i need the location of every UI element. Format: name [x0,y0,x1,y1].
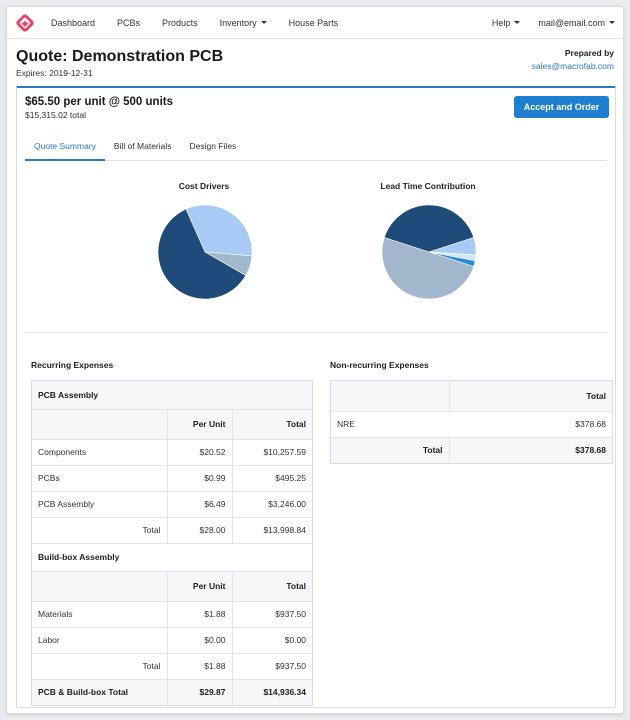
prepared-by-label: Prepared by [564,48,614,58]
subtotal-per-unit: $28.00 [166,516,232,543]
grand-total-label: PCB & Build-box Total [32,678,167,705]
quote-card: $65.50 per unit @ 500 units $15,315.02 t… [16,86,616,708]
col-total: Total [231,570,312,601]
nav-dashboard-label: Dashboard [51,17,96,28]
subtotal-row: Total $1.88 $937.50 [32,652,312,679]
charts-area: Cost Drivers Lead Time Contribution [25,161,607,333]
row-label: NRE [331,410,449,437]
col-per-unit: Per Unit [166,408,232,439]
table-row: Labor $0.00 $0.00 [32,626,312,653]
cost-drivers-title: Cost Drivers [178,181,230,191]
subtotal-label: Total [32,516,167,543]
tab-design-files[interactable]: Design Files [181,137,246,161]
nav-pcbs[interactable]: PCBs [117,18,140,28]
table-row: PCB Assembly $6.49 $3,246.00 [32,490,312,517]
nav-house-parts[interactable]: House Parts [289,18,339,28]
accept-and-order-button[interactable]: Accept and Order [514,96,609,118]
quote-total: $15,315.02 total [25,110,86,120]
table-row: Materials $1.88 $937.50 [32,600,312,627]
subtotal-row: Total $28.00 $13,998.84 [32,516,312,543]
nonrecurring-table: Total NRE $378.68 Total $378.68 [330,380,613,464]
col-total: Total [448,381,612,411]
tab-bill-of-materials[interactable]: Bill of Materials [105,137,181,161]
table-row: Components $20.52 $10,257.59 [32,438,312,465]
pcb-assembly-group: PCB Assembly [32,381,312,409]
nav-inventory-dropdown[interactable]: Inventory [220,18,267,28]
col-total: Total [231,408,312,439]
expires-date: 2019-12-31 [49,68,93,78]
unit-price: $65.50 per unit @ 500 units [25,96,173,108]
subtotal-total: $937.50 [231,652,312,679]
row-total: $10,257.59 [231,438,312,465]
app-window: Dashboard PCBs Products Inventory House … [6,6,624,714]
expires-line: Expires: 2019-12-31 [16,68,223,78]
prepared-by-email-link[interactable]: sales@macrofab.com [532,61,614,71]
nav-products-label: Products [162,17,198,28]
nav-house-parts-label: House Parts [288,17,339,28]
lead-time-pie [381,204,477,300]
user-email: mail@email.com [538,17,605,28]
quote-header: Quote: Demonstration PCB Expires: 2019-1… [7,39,623,85]
blank-header [32,570,167,601]
nre-total-row: Total $378.68 [331,436,612,463]
subtotal-label: Total [32,652,167,679]
nav-dashboard[interactable]: Dashboard [51,18,95,28]
caret-down-icon [260,21,267,24]
page-title: Quote: Demonstration PCB [16,48,224,65]
table-row: NRE $378.68 [331,410,612,437]
blank-header [32,408,167,439]
grand-total: $14,936.34 [231,678,312,705]
nre-total-value: $378.68 [448,436,612,463]
cost-drivers-pie [157,204,253,300]
col-per-unit: Per Unit [166,570,232,601]
row-per-unit: $0.00 [166,626,232,653]
row-label: Materials [32,600,167,627]
blank-header [331,381,449,411]
prepared-by: Prepared by sales@macrofab.com [532,48,614,85]
nonrecurring-title: Non-recurring Expenses [330,360,429,370]
build-box-group: Build-box Assembly [32,542,312,571]
grand-per-unit: $29.87 [166,678,232,705]
caret-down-icon [609,21,615,24]
expires-label: Expires: [16,68,47,78]
tab-quote-summary[interactable]: Quote Summary [25,137,105,161]
user-menu-dropdown[interactable]: mail@email.com [538,18,615,28]
top-nav: Dashboard PCBs Products Inventory House … [7,7,623,39]
row-total: $3,246.00 [231,490,312,517]
row-per-unit: $6.49 [166,490,232,517]
row-total: $495.25 [231,464,312,491]
row-per-unit: $0.99 [166,464,232,491]
row-label: PCB Assembly [32,490,167,517]
recurring-title: Recurring Expenses [31,360,114,370]
row-total: $0.00 [231,626,312,653]
nav-inventory-label: Inventory [219,17,257,28]
macrofab-logo-icon[interactable] [15,13,35,33]
table-row: PCBs $0.99 $495.25 [32,464,312,491]
row-label: PCBs [32,464,167,491]
grand-total-row: PCB & Build-box Total $29.87 $14,936.34 [32,678,312,705]
nre-total-label: Total [331,436,449,463]
quote-tabs: Quote Summary Bill of Materials Design F… [25,137,607,161]
recurring-table: PCB Assembly Per Unit Total Components $… [31,380,313,706]
row-per-unit: $1.88 [166,600,232,627]
row-total: $378.68 [449,410,612,437]
subtotal-total: $13,998.84 [231,516,312,543]
nav-pcbs-label: PCBs [117,17,141,28]
caret-down-icon [514,21,521,24]
row-total: $937.50 [231,600,312,627]
row-label: Components [32,438,167,465]
nav-products[interactable]: Products [162,18,198,28]
subtotal-per-unit: $1.88 [166,652,232,679]
help-label: Help [491,17,511,28]
row-label: Labor [32,626,167,653]
row-per-unit: $20.52 [166,438,232,465]
lead-time-title: Lead Time Contribution [380,181,476,191]
help-dropdown[interactable]: Help [492,18,521,28]
